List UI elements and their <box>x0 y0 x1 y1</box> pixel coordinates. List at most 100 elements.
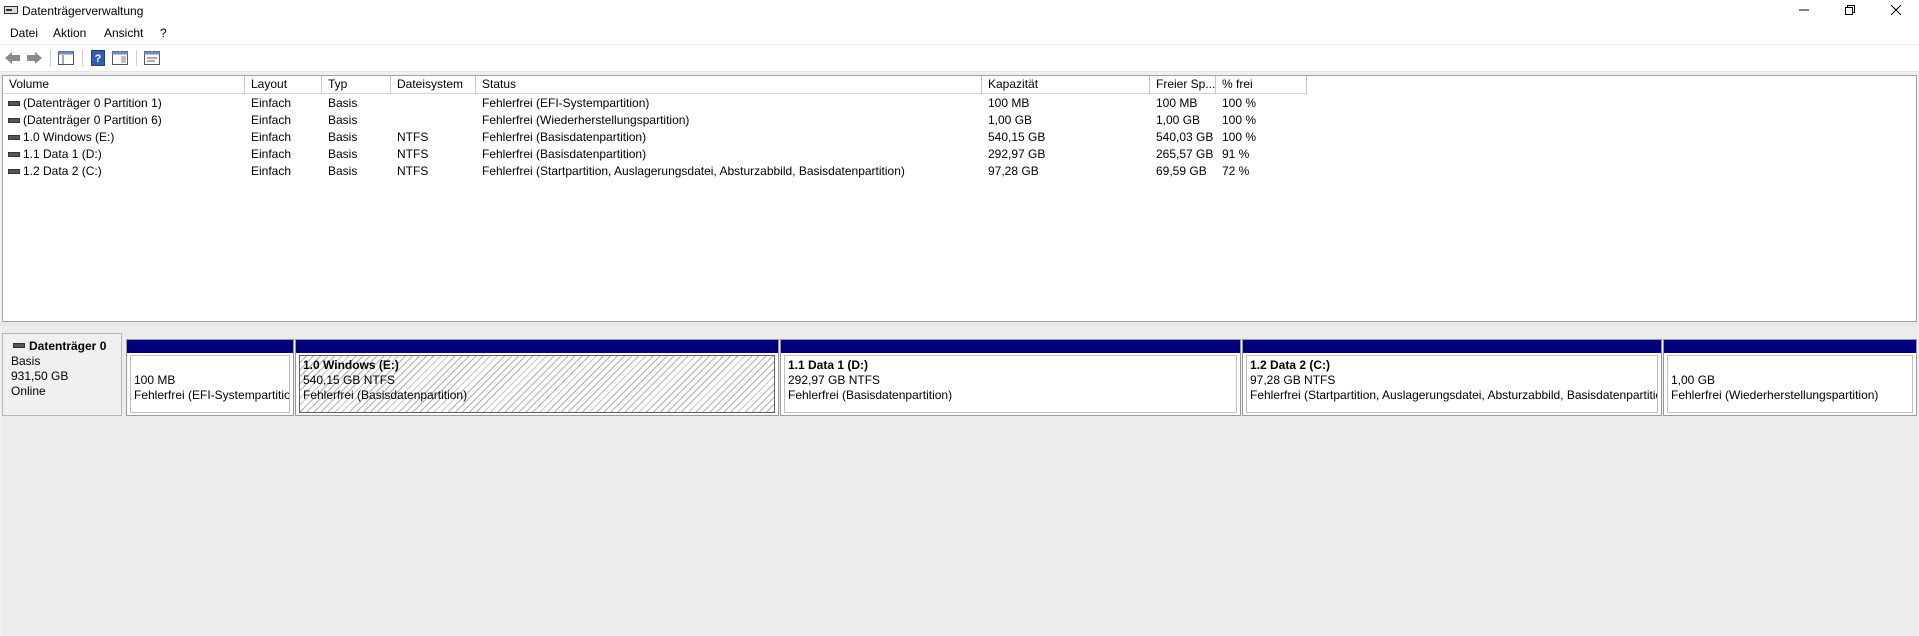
partition-efi[interactable]: 100 MB Fehlerfrei (EFI-Systempartitio <box>126 339 294 416</box>
partition-bar <box>127 340 293 353</box>
menu-aktion[interactable]: Aktion <box>53 26 86 40</box>
cell-percent-free: 100 % <box>1222 113 1257 127</box>
drive-icon <box>8 135 20 140</box>
partition-bar <box>1243 340 1661 353</box>
table-row[interactable]: (Datenträger 0 Partition 1) Einfach Basi… <box>3 95 1303 112</box>
column-header-type[interactable]: Typ <box>322 76 391 94</box>
partition-windows-e[interactable]: 1.0 Windows (E:) 540,15 GB NTFS Fehlerfr… <box>295 339 779 416</box>
toolbar-separator <box>82 50 83 66</box>
table-row[interactable]: 1.1 Data 1 (D:) Einfach Basis NTFS Fehle… <box>3 146 1303 163</box>
column-header-free-space[interactable]: Freier Sp... <box>1150 76 1216 94</box>
partition-status: Fehlerfrei (Startpartition, Auslagerungs… <box>1250 388 1658 402</box>
cell-status: Fehlerfrei (Startpartition, Auslagerungs… <box>482 164 905 178</box>
cell-type: Basis <box>328 96 358 110</box>
disk-info-panel[interactable]: Datenträger 0 Basis 931,50 GB Online <box>2 333 122 416</box>
menu-ansicht[interactable]: Ansicht <box>104 26 143 40</box>
disk-view: Datenträger 0 Basis 931,50 GB Online 100… <box>2 326 1917 636</box>
cell-layout: Einfach <box>251 147 292 161</box>
cell-filesystem: NTFS <box>397 147 429 161</box>
help-button[interactable]: ? <box>89 49 107 67</box>
disk-size: 931,50 GB <box>11 369 69 383</box>
partition-body: 1.2 Data 2 (C:) 97,28 GB NTFS Fehlerfrei… <box>1246 355 1658 413</box>
partition-size: 97,28 GB NTFS <box>1250 373 1336 387</box>
column-header-filesystem[interactable]: Dateisystem <box>391 76 476 94</box>
cell-type: Basis <box>328 130 358 144</box>
cell-filesystem: NTFS <box>397 164 429 178</box>
restore-icon <box>1845 5 1855 15</box>
disk-icon <box>13 343 25 348</box>
cell-percent-free: 91 % <box>1222 147 1250 161</box>
forward-arrow-icon <box>27 52 42 64</box>
cell-volume: (Datenträger 0 Partition 1) <box>23 96 162 110</box>
column-header-status[interactable]: Status <box>476 76 982 94</box>
drive-icon <box>8 101 20 106</box>
restore-button[interactable] <box>1827 0 1873 22</box>
minimize-button[interactable] <box>1781 0 1827 22</box>
partition-recovery[interactable]: 1,00 GB Fehlerfrei (Wiederherstellungspa… <box>1663 339 1917 416</box>
cell-layout: Einfach <box>251 130 292 144</box>
partition-size: 292,97 GB NTFS <box>788 373 881 387</box>
cell-percent-free: 100 % <box>1222 96 1257 110</box>
disk-type: Basis <box>11 354 41 368</box>
column-header-layout[interactable]: Layout <box>245 76 322 94</box>
partition-bar <box>296 340 778 353</box>
partition-body: 1.1 Data 1 (D:) 292,97 GB NTFS Fehlerfre… <box>784 355 1237 413</box>
minimize-icon <box>1799 9 1809 11</box>
cell-volume: 1.0 Windows (E:) <box>23 130 115 144</box>
show-hide-console-tree-button[interactable] <box>57 49 75 67</box>
partition-status: Fehlerfrei (EFI-Systempartitio <box>134 388 290 402</box>
table-row[interactable]: 1.0 Windows (E:) Einfach Basis NTFS Fehl… <box>3 129 1303 146</box>
action-pane-icon <box>112 51 128 65</box>
toolbar-separator <box>50 50 51 66</box>
show-action-pane-button[interactable] <box>111 49 129 67</box>
help-icon: ? <box>91 50 105 66</box>
cell-capacity: 540,15 GB <box>988 130 1046 144</box>
cell-capacity: 97,28 GB <box>988 164 1039 178</box>
cell-status: Fehlerfrei (Basisdatenpartition) <box>482 147 647 161</box>
svg-text:?: ? <box>95 53 102 65</box>
toolbar-separator <box>136 50 137 66</box>
partition-data1-d[interactable]: 1.1 Data 1 (D:) 292,97 GB NTFS Fehlerfre… <box>780 339 1241 416</box>
cell-type: Basis <box>328 113 358 127</box>
cell-type: Basis <box>328 147 358 161</box>
column-header-volume[interactable]: Volume <box>3 76 245 94</box>
cell-volume: (Datenträger 0 Partition 6) <box>23 113 162 127</box>
close-button[interactable] <box>1873 0 1919 22</box>
drive-icon <box>8 118 20 123</box>
partition-size: 1,00 GB <box>1671 373 1716 387</box>
forward-button[interactable] <box>25 49 43 67</box>
back-arrow-icon <box>5 52 20 64</box>
window-title: Datenträgerverwaltung <box>22 4 144 18</box>
cell-capacity: 292,97 GB <box>988 147 1046 161</box>
table-row[interactable]: 1.2 Data 2 (C:) Einfach Basis NTFS Fehle… <box>3 163 1303 180</box>
menu-bar: Datei Aktion Ansicht ? <box>0 22 1919 44</box>
column-header-capacity[interactable]: Kapazität <box>982 76 1150 94</box>
cell-layout: Einfach <box>251 113 292 127</box>
partition-bar <box>1664 340 1916 353</box>
cell-status: Fehlerfrei (Basisdatenpartition) <box>482 130 647 144</box>
cell-layout: Einfach <box>251 164 292 178</box>
cell-status: Fehlerfrei (Wiederherstellungspartition) <box>482 113 690 127</box>
partition-data2-c[interactable]: 1.2 Data 2 (C:) 97,28 GB NTFS Fehlerfrei… <box>1242 339 1662 416</box>
partition-body: 1.0 Windows (E:) 540,15 GB NTFS Fehlerfr… <box>299 355 775 413</box>
properties-icon <box>144 51 160 65</box>
back-button[interactable] <box>4 49 22 67</box>
cell-volume: 1.2 Data 2 (C:) <box>23 164 102 178</box>
column-header-percent-free[interactable]: % frei <box>1216 76 1307 94</box>
properties-button[interactable] <box>143 49 161 67</box>
partition-body: 1,00 GB Fehlerfrei (Wiederherstellungspa… <box>1667 355 1913 413</box>
toolbar: ? <box>0 45 1919 72</box>
cell-volume: 1.1 Data 1 (D:) <box>23 147 102 161</box>
cell-free-space: 69,59 GB <box>1156 164 1207 178</box>
drive-icon <box>8 152 20 157</box>
partition-label: 1.0 Windows (E:) <box>303 358 399 372</box>
cell-layout: Einfach <box>251 96 292 110</box>
console-tree-icon <box>58 51 74 65</box>
menu-help[interactable]: ? <box>160 26 167 40</box>
partition-label: 1.1 Data 1 (D:) <box>788 358 869 372</box>
cell-percent-free: 100 % <box>1222 130 1257 144</box>
cell-capacity: 100 MB <box>988 96 1030 110</box>
table-row[interactable]: (Datenträger 0 Partition 6) Einfach Basi… <box>3 112 1303 129</box>
menu-datei[interactable]: Datei <box>10 26 38 40</box>
volume-list[interactable]: Volume Layout Typ Dateisystem Status Kap… <box>2 75 1917 322</box>
